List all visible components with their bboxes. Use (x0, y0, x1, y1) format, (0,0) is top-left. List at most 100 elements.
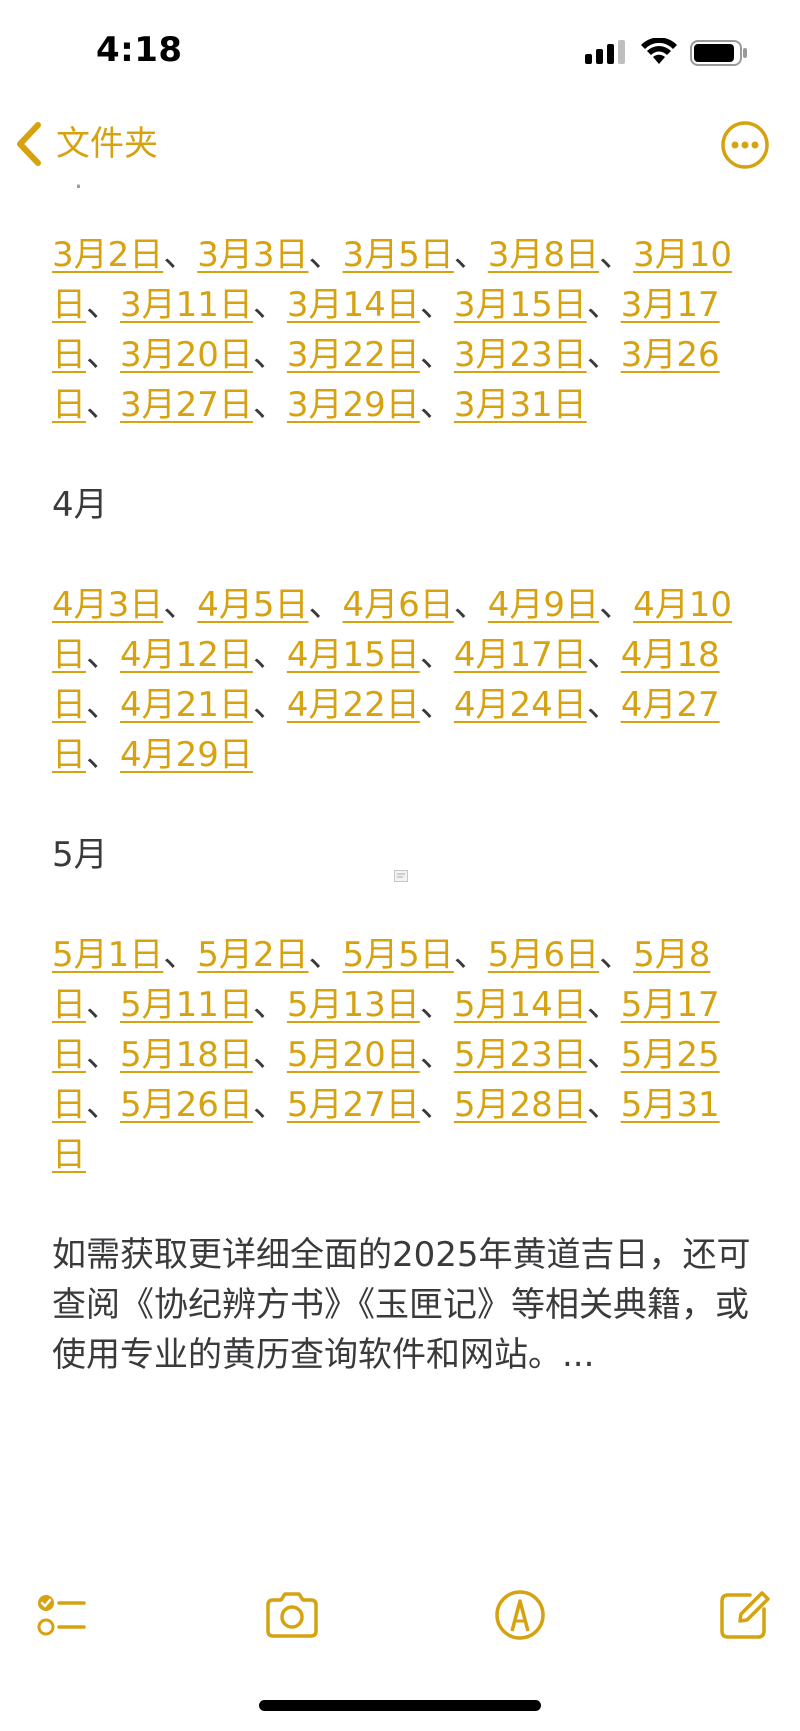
date-link[interactable]: 5月26日 (120, 1085, 253, 1125)
list-separator: 、 (252, 985, 287, 1025)
list-separator: 、 (586, 285, 621, 325)
date-link[interactable]: 3月29日 (287, 385, 420, 425)
footer-paragraph: 如需获取更详细全面的2025年黄道吉日，还可查阅《协纪辨方书》《玉匣记》等相关典… (52, 1235, 751, 1375)
status-time: 4:18 (96, 30, 183, 70)
list-separator: 、 (586, 1035, 621, 1075)
list-separator: 、 (86, 685, 120, 725)
date-link[interactable]: 5月6日 (488, 935, 599, 975)
list-separator: 、 (308, 935, 343, 975)
list-separator: 、 (86, 1035, 120, 1075)
date-link[interactable]: 4月5日 (197, 585, 308, 625)
cellular-signal-icon (585, 40, 625, 64)
date-link[interactable]: 4月21日 (120, 685, 253, 725)
list-separator: 、 (252, 1085, 287, 1125)
date-link[interactable]: 5月27日 (287, 1085, 420, 1125)
date-link[interactable]: 4月17日 (454, 635, 587, 675)
wifi-icon (641, 38, 677, 64)
list-separator: 、 (599, 935, 634, 975)
date-link[interactable]: 3月14日 (287, 285, 420, 325)
more-options-button[interactable] (720, 120, 770, 170)
list-separator: 、 (86, 635, 120, 675)
april-date-list: 4月3日、4月5日、4月6日、4月9日、4月10日、4月12日、4月15日、4月… (52, 580, 752, 780)
list-separator: 、 (308, 235, 343, 275)
list-separator: 、 (453, 585, 488, 625)
date-link[interactable]: 5月5日 (343, 935, 454, 975)
status-bar: 4:18 (0, 0, 800, 100)
ellipsis-circle-icon (721, 121, 769, 169)
date-link[interactable]: 3月2日 (52, 235, 163, 275)
list-separator: 、 (419, 385, 454, 425)
camera-icon (266, 1592, 318, 1638)
list-separator: 、 (419, 285, 454, 325)
date-link[interactable]: 3月27日 (120, 385, 253, 425)
list-separator: 、 (586, 1085, 621, 1125)
date-link[interactable]: 4月29日 (120, 735, 253, 775)
list-separator: 、 (86, 735, 120, 775)
notes-screen: 4:18 文件夹 · 3月2日、3月3日、3月5日、3月8日、3月10日、3月1… (0, 0, 800, 1731)
date-link[interactable]: 4月6日 (343, 585, 454, 625)
date-link[interactable]: 3月23日 (454, 335, 587, 375)
list-separator: 、 (453, 935, 488, 975)
back-button[interactable]: 文件夹 (14, 116, 158, 172)
list-separator: 、 (163, 235, 198, 275)
list-separator: 、 (419, 1085, 454, 1125)
list-separator: 、 (586, 335, 621, 375)
date-link[interactable]: 4月24日 (454, 685, 587, 725)
list-separator: 、 (453, 235, 488, 275)
markup-pen-icon (495, 1590, 545, 1640)
date-link[interactable]: 3月5日 (343, 235, 454, 275)
date-link[interactable]: 4月22日 (287, 685, 420, 725)
list-separator: 、 (308, 585, 343, 625)
list-separator: 、 (599, 235, 634, 275)
date-link[interactable]: 5月28日 (454, 1085, 587, 1125)
date-link[interactable]: 5月1日 (52, 935, 163, 975)
date-link[interactable]: 4月12日 (120, 635, 253, 675)
date-link[interactable]: 5月11日 (120, 985, 253, 1025)
date-link[interactable]: 3月11日 (120, 285, 253, 325)
date-link[interactable]: 3月22日 (287, 335, 420, 375)
list-separator: 、 (419, 335, 454, 375)
list-separator: 、 (419, 635, 454, 675)
list-separator: 、 (252, 1035, 287, 1075)
list-separator: 、 (252, 285, 287, 325)
date-link[interactable]: 5月13日 (287, 985, 420, 1025)
back-label: 文件夹 (56, 124, 158, 164)
home-indicator[interactable] (259, 1700, 541, 1711)
date-link[interactable]: 5月2日 (197, 935, 308, 975)
march-date-list: 3月2日、3月3日、3月5日、3月8日、3月10日、3月11日、3月14日、3月… (52, 230, 752, 430)
list-separator: 、 (252, 635, 287, 675)
note-body[interactable]: · 3月2日、3月3日、3月5日、3月8日、3月10日、3月11日、3月14日、… (52, 182, 752, 1380)
list-separator: 、 (419, 685, 454, 725)
date-link[interactable]: 4月15日 (287, 635, 420, 675)
camera-button[interactable] (262, 1585, 322, 1645)
date-link[interactable]: 3月15日 (454, 285, 587, 325)
date-link[interactable]: 3月20日 (120, 335, 253, 375)
date-link[interactable]: 5月18日 (120, 1035, 253, 1075)
list-separator: 、 (86, 285, 120, 325)
list-separator: 、 (163, 935, 198, 975)
may-date-list: 5月1日、5月2日、5月5日、5月6日、5月8日、5月11日、5月13日、5月1… (52, 930, 752, 1180)
compose-icon (720, 1591, 770, 1639)
list-separator: 、 (586, 985, 621, 1025)
clipped-previous-line: · (74, 182, 83, 202)
checklist-button[interactable] (32, 1585, 92, 1645)
list-separator: 、 (586, 685, 621, 725)
list-separator: 、 (86, 1085, 120, 1125)
date-link[interactable]: 3月8日 (488, 235, 599, 275)
date-link[interactable]: 4月9日 (488, 585, 599, 625)
date-link[interactable]: 3月31日 (454, 385, 587, 425)
markup-button[interactable] (490, 1585, 550, 1645)
date-link[interactable]: 5月23日 (454, 1035, 587, 1075)
date-link[interactable]: 5月14日 (454, 985, 587, 1025)
date-link[interactable]: 3月3日 (197, 235, 308, 275)
list-separator: 、 (419, 1035, 454, 1075)
list-separator: 、 (252, 335, 287, 375)
list-separator: 、 (599, 585, 634, 625)
tiny-image-thumbnail (394, 870, 408, 882)
navigation-bar: 文件夹 (0, 110, 800, 180)
list-separator: 、 (86, 985, 120, 1025)
compose-button[interactable] (714, 1585, 774, 1645)
date-link[interactable]: 5月20日 (287, 1035, 420, 1075)
date-link[interactable]: 4月3日 (52, 585, 163, 625)
list-separator: 、 (163, 585, 198, 625)
